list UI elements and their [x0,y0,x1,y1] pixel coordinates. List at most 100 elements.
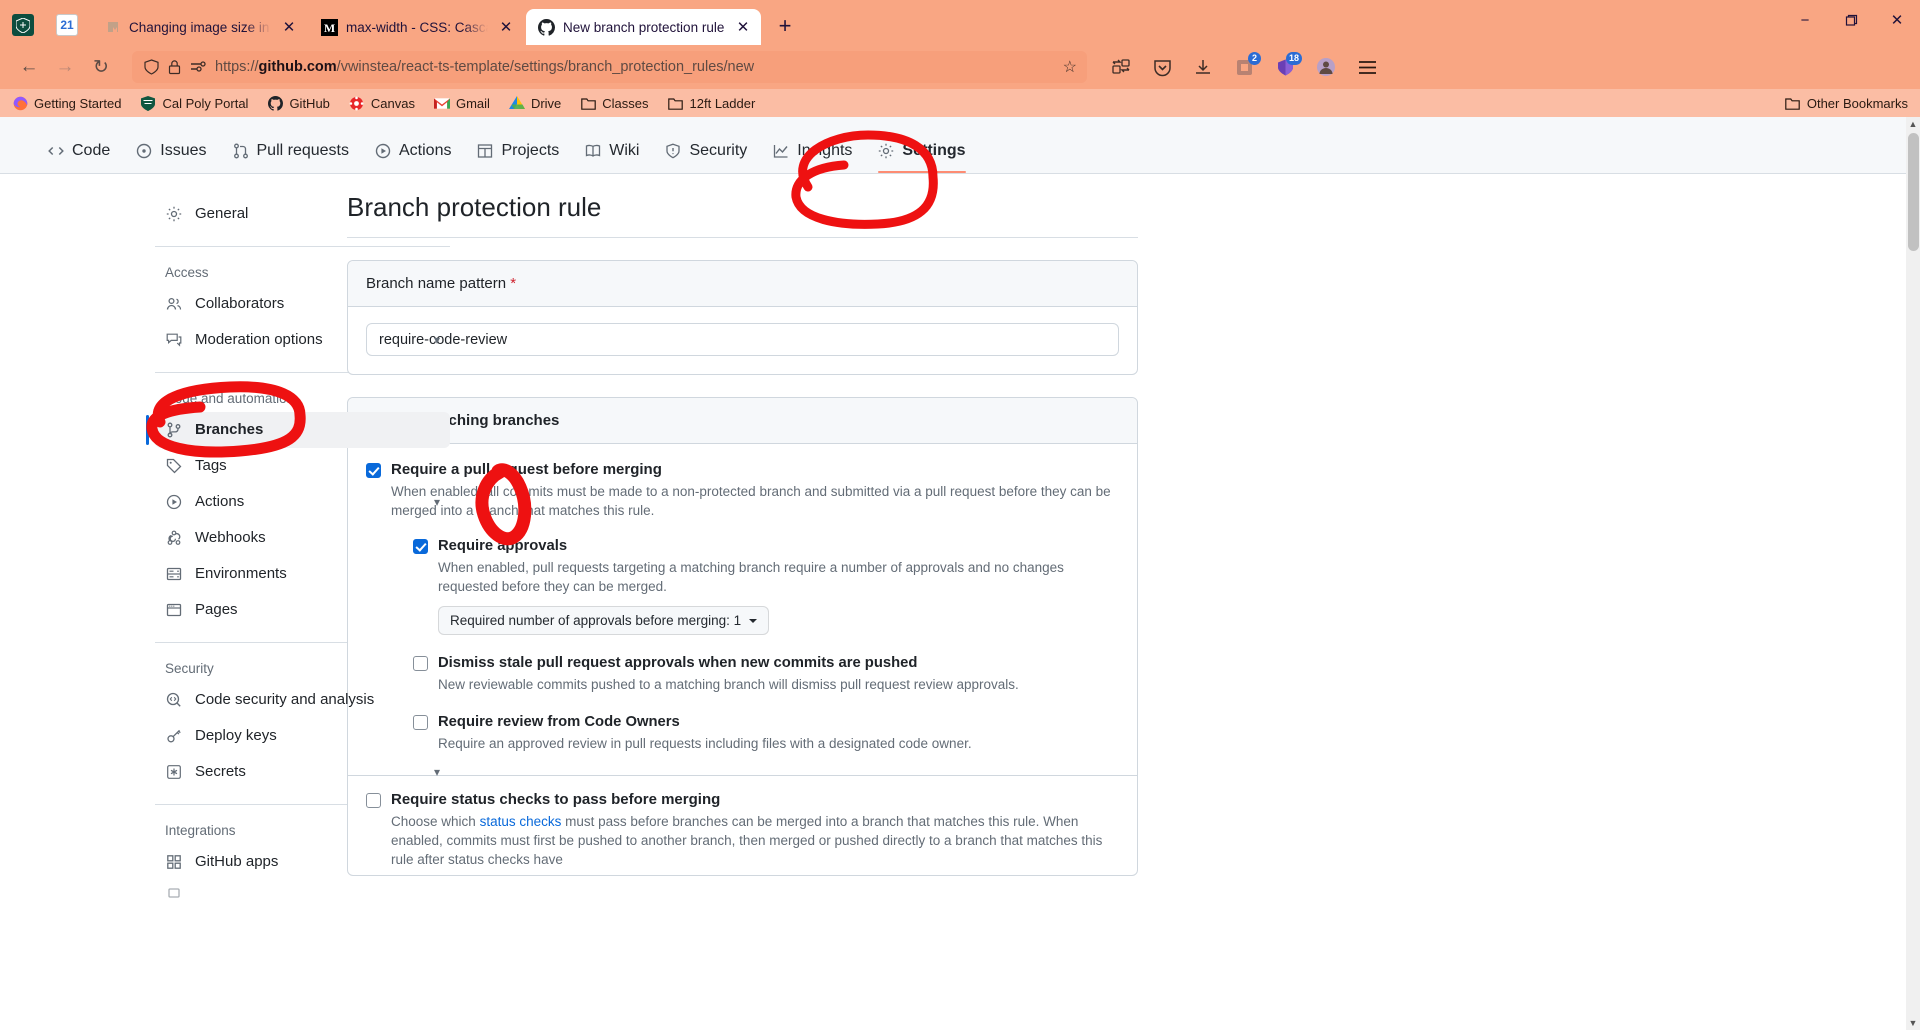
require-approvals-checkbox[interactable] [413,539,428,554]
bookmark-drive[interactable]: Drive [508,95,562,111]
sidebar-item-environments[interactable]: Environments [155,556,450,592]
bookmark-cal-poly-portal[interactable]: Cal Poly Portal [140,95,248,111]
reload-icon[interactable]: ↻ [84,51,118,83]
bookmark-star-icon[interactable]: ☆ [1063,57,1077,77]
repo-nav-label: Code [72,142,111,159]
sidebar-item-actions[interactable]: Actions ▾ [155,484,450,520]
scrollbar-thumb[interactable] [1908,133,1919,251]
repo-nav: Code Issues Pull requests Actions Projec… [0,117,1906,174]
require-pull-request-checkbox[interactable] [366,463,381,478]
close-icon[interactable]: ✕ [733,17,753,37]
sidebar-item-general[interactable]: General [155,196,450,232]
bookmark-github[interactable]: GitHub [267,95,330,111]
tag-icon [165,458,183,474]
repo-nav-security[interactable]: Security [655,142,757,173]
bookmark-gmail[interactable]: Gmail [433,95,490,111]
scroll-down-arrow-icon[interactable]: ▼ [1908,1018,1918,1028]
bookmark-classes[interactable]: Classes [580,95,649,111]
sidebar-item-label: Moderation options [195,331,323,348]
shield-app-icon[interactable] [12,14,34,36]
tab-markdown[interactable]: Changing image size in Markdo ✕ [92,9,307,45]
require-code-owner-review-checkbox[interactable] [413,715,428,730]
repo-nav-projects[interactable]: Projects [467,142,569,173]
sidebar-item-collaborators[interactable]: Collaborators [155,286,450,322]
option-description: New reviewable commits pushed to a match… [438,677,1019,692]
comment-discussion-icon [165,332,183,348]
sidebar-item-moderation-options[interactable]: Moderation options ▾ [155,322,450,358]
bookmark-12ft-ladder[interactable]: 12ft Ladder [668,95,755,111]
hamburger-menu-icon[interactable] [1355,55,1379,79]
new-tab-button[interactable]: + [769,10,801,42]
branch-name-pattern-body [348,307,1137,374]
chevron-down-icon[interactable]: ▾ [434,492,440,512]
forward-icon[interactable]: → [48,51,82,83]
toolbar-icons: 2 18 [1099,52,1379,79]
issue-opened-icon [136,143,152,159]
repo-nav-code[interactable]: Code [38,142,120,173]
repo-nav-actions[interactable]: Actions [365,142,461,173]
sidebar-item-label: Webhooks [195,529,266,546]
sidebar-item-tags[interactable]: Tags [155,448,450,484]
folder-icon [668,95,684,111]
sync-tabs-icon[interactable] [1109,55,1133,79]
close-icon[interactable]: ✕ [496,17,516,37]
browser-toolbar: ← → ↻ https://github.com/vwinstea/react-… [0,45,1920,89]
downloads-icon[interactable] [1191,55,1215,79]
repo-nav-insights[interactable]: Insights [763,142,862,173]
tab-new-branch-protection-rule[interactable]: New branch protection rule ✕ [526,9,761,45]
sidebar-item-branches[interactable]: Branches [146,412,450,448]
table-icon [477,143,493,159]
bookmark-canvas[interactable]: Canvas [349,95,415,111]
required-approvals-select[interactable]: Required number of approvals before merg… [438,606,770,635]
extension-puzzle-icon[interactable]: 2 [1232,52,1261,79]
sidebar-item-label: GitHub apps [195,853,279,870]
branch-name-pattern-header: Branch name pattern * [348,261,1137,307]
chevron-down-icon[interactable]: ▾ [434,330,440,350]
book-icon [585,143,601,159]
calpoly-icon [140,95,156,111]
calendar-app-icon[interactable]: 21 [56,14,78,36]
close-icon[interactable]: ✕ [279,17,299,37]
bookmark-other-bookmarks[interactable]: Other Bookmarks [1785,95,1908,111]
sidebar-item-label: Code security and analysis [195,691,375,708]
account-avatar-icon[interactable] [1314,55,1338,79]
sidebar-item-github-apps[interactable]: GitHub apps [155,844,450,880]
bookmark-label: Canvas [370,95,415,111]
dismiss-stale-approvals-checkbox[interactable] [413,656,428,671]
pocket-save-icon[interactable] [1150,55,1174,79]
play-icon [375,143,391,159]
repo-nav-issues[interactable]: Issues [126,142,216,173]
sidebar-item-partial[interactable] [155,880,450,906]
sidebar-item-pages[interactable]: Pages [155,592,450,628]
repo-nav-settings[interactable]: Settings [868,142,975,173]
sidebar-item-secrets[interactable]: Secrets ▾ [155,754,450,790]
bookmark-label: Drive [530,95,562,111]
address-bar[interactable]: https://github.com/vwinstea/react-ts-tem… [132,51,1087,83]
sidebar-item-webhooks[interactable]: Webhooks [155,520,450,556]
shield-protection-icon[interactable]: 18 [1273,52,1302,79]
status-checks-link[interactable]: status checks [480,814,562,829]
bookmark-getting-started[interactable]: Getting Started [12,95,121,111]
sidebar-item-code-security-and-analysis[interactable]: Code security and analysis [155,682,450,718]
repo-nav-wiki[interactable]: Wiki [575,142,649,173]
sidebar-item-deploy-keys[interactable]: Deploy keys [155,718,450,754]
require-status-checks-checkbox[interactable] [366,793,381,808]
shield-icon[interactable] [144,59,159,75]
tab-mdn-maxwidth[interactable]: M max-width - CSS: Cascading Sty ✕ [309,9,524,45]
lock-icon[interactable] [168,59,181,75]
maximize-button[interactable] [1828,0,1874,40]
scroll-up-arrow-icon[interactable]: ▲ [1908,119,1918,129]
main-column: Branch protection rule Branch name patte… [335,174,1150,906]
repo-nav-pull-requests[interactable]: Pull requests [223,142,360,173]
option-label: Require a pull request before merging [391,461,662,478]
desc-part-1: Choose which [391,814,480,829]
branch-name-pattern-input[interactable] [366,323,1119,356]
back-icon[interactable]: ← [12,51,46,83]
chevron-down-icon[interactable]: ▾ [434,762,440,782]
gmail-icon [433,95,450,111]
close-button[interactable]: ✕ [1874,0,1920,40]
vertical-scrollbar[interactable]: ▲ ▼ [1906,117,1920,1030]
permissions-icon[interactable] [190,60,206,74]
minimize-button[interactable]: − [1782,0,1828,40]
repo-nav-label: Issues [160,142,207,159]
